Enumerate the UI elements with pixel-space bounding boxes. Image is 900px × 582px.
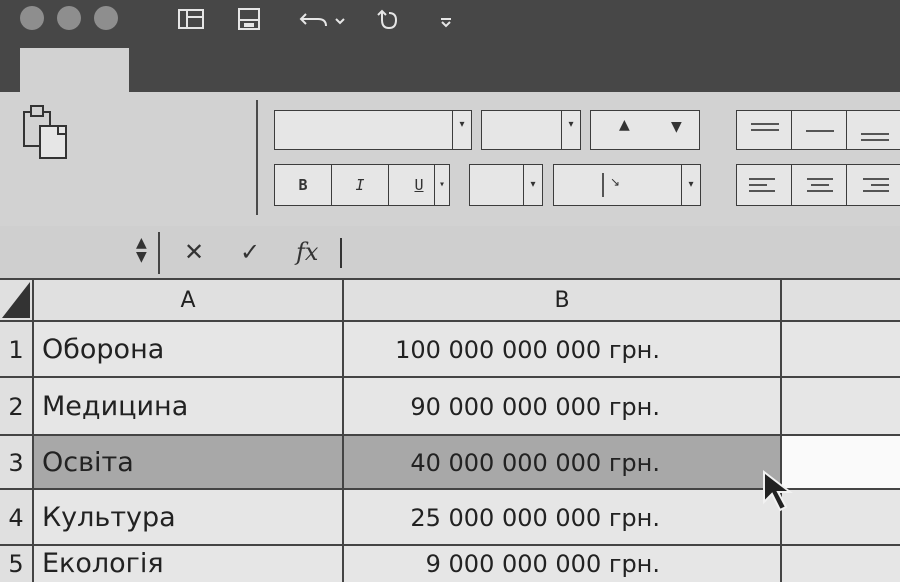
- font-size-combo[interactable]: ▾: [481, 110, 581, 150]
- name-box-stepper-icon[interactable]: ▲ ▼: [136, 236, 147, 264]
- italic-button[interactable]: I: [331, 164, 389, 206]
- cell-a4[interactable]: Культура: [34, 490, 344, 546]
- underline-label: U: [414, 176, 424, 194]
- cell-a5[interactable]: Екологія: [34, 546, 344, 582]
- font-size-stepper[interactable]: ▲ ▼: [590, 110, 700, 150]
- chevron-down-icon[interactable]: ▾: [434, 165, 449, 205]
- align-top-button[interactable]: [736, 110, 792, 150]
- cell-c5[interactable]: [782, 546, 900, 582]
- redo-icon[interactable]: [374, 6, 402, 32]
- row-header[interactable]: 5: [0, 546, 34, 582]
- chevron-down-icon[interactable]: ▾: [561, 111, 580, 149]
- cell-a3[interactable]: Освіта: [34, 436, 344, 490]
- align-left-button[interactable]: [736, 164, 792, 206]
- underline-button[interactable]: U ▾: [388, 164, 450, 206]
- font-name-combo[interactable]: ▾: [274, 110, 472, 150]
- ribbon-separator: [256, 100, 258, 215]
- cell-a2[interactable]: Медицина: [34, 378, 344, 436]
- layout-icon[interactable]: [176, 6, 206, 32]
- zoom-window-button[interactable]: [94, 6, 118, 30]
- ribbon-tab-home[interactable]: [20, 48, 129, 92]
- function-icon[interactable]: fx: [296, 236, 318, 268]
- cell-b1[interactable]: 100 000 000 000 грн.: [344, 322, 782, 378]
- close-window-button[interactable]: [20, 6, 44, 30]
- formula-cursor: [340, 238, 342, 268]
- align-right-button[interactable]: [846, 164, 900, 206]
- column-header-b[interactable]: B: [344, 280, 782, 322]
- paste-icon[interactable]: [20, 102, 76, 168]
- select-all-corner[interactable]: [0, 280, 34, 322]
- divider: [602, 173, 604, 197]
- save-icon[interactable]: [236, 6, 262, 32]
- row-header[interactable]: 1: [0, 322, 34, 378]
- align-bottom-button[interactable]: [846, 110, 900, 150]
- cell-c1[interactable]: [782, 322, 900, 378]
- chevron-down-icon[interactable]: ▾: [452, 111, 471, 149]
- bold-button[interactable]: B: [274, 164, 332, 206]
- chevron-down-icon[interactable]: ▾: [681, 165, 700, 205]
- increase-font-icon[interactable]: ▲: [619, 117, 630, 133]
- font-color-icon: ↘: [610, 175, 621, 189]
- border-combo[interactable]: ▾: [469, 164, 543, 206]
- cell-a1[interactable]: Оборона: [34, 322, 344, 378]
- chevron-down-icon[interactable]: ▾: [523, 165, 542, 205]
- minimize-window-button[interactable]: [57, 6, 81, 30]
- undo-icon[interactable]: [298, 6, 350, 32]
- customize-icon[interactable]: [438, 6, 454, 32]
- cell-b5[interactable]: 9 000 000 000 грн.: [344, 546, 782, 582]
- align-middle-button[interactable]: [791, 110, 847, 150]
- cell-b2[interactable]: 90 000 000 000 грн.: [344, 378, 782, 436]
- mouse-cursor-icon: [760, 468, 806, 518]
- row-header[interactable]: 4: [0, 490, 34, 546]
- formula-input[interactable]: [350, 232, 890, 274]
- column-header-a[interactable]: A: [34, 280, 344, 322]
- row-header[interactable]: 2: [0, 378, 34, 436]
- row-header[interactable]: 3: [0, 436, 34, 490]
- cell-b4[interactable]: 25 000 000 000 грн.: [344, 490, 782, 546]
- cell-c2[interactable]: [782, 378, 900, 436]
- decrease-font-icon[interactable]: ▼: [671, 119, 682, 135]
- fill-color-combo[interactable]: ↘ ▾: [553, 164, 701, 206]
- align-center-button[interactable]: [791, 164, 847, 206]
- cell-b3[interactable]: 40 000 000 000 грн.: [344, 436, 782, 490]
- cancel-icon[interactable]: ✕: [184, 236, 204, 268]
- confirm-icon[interactable]: ✓: [240, 236, 260, 268]
- column-header-c[interactable]: [782, 280, 900, 322]
